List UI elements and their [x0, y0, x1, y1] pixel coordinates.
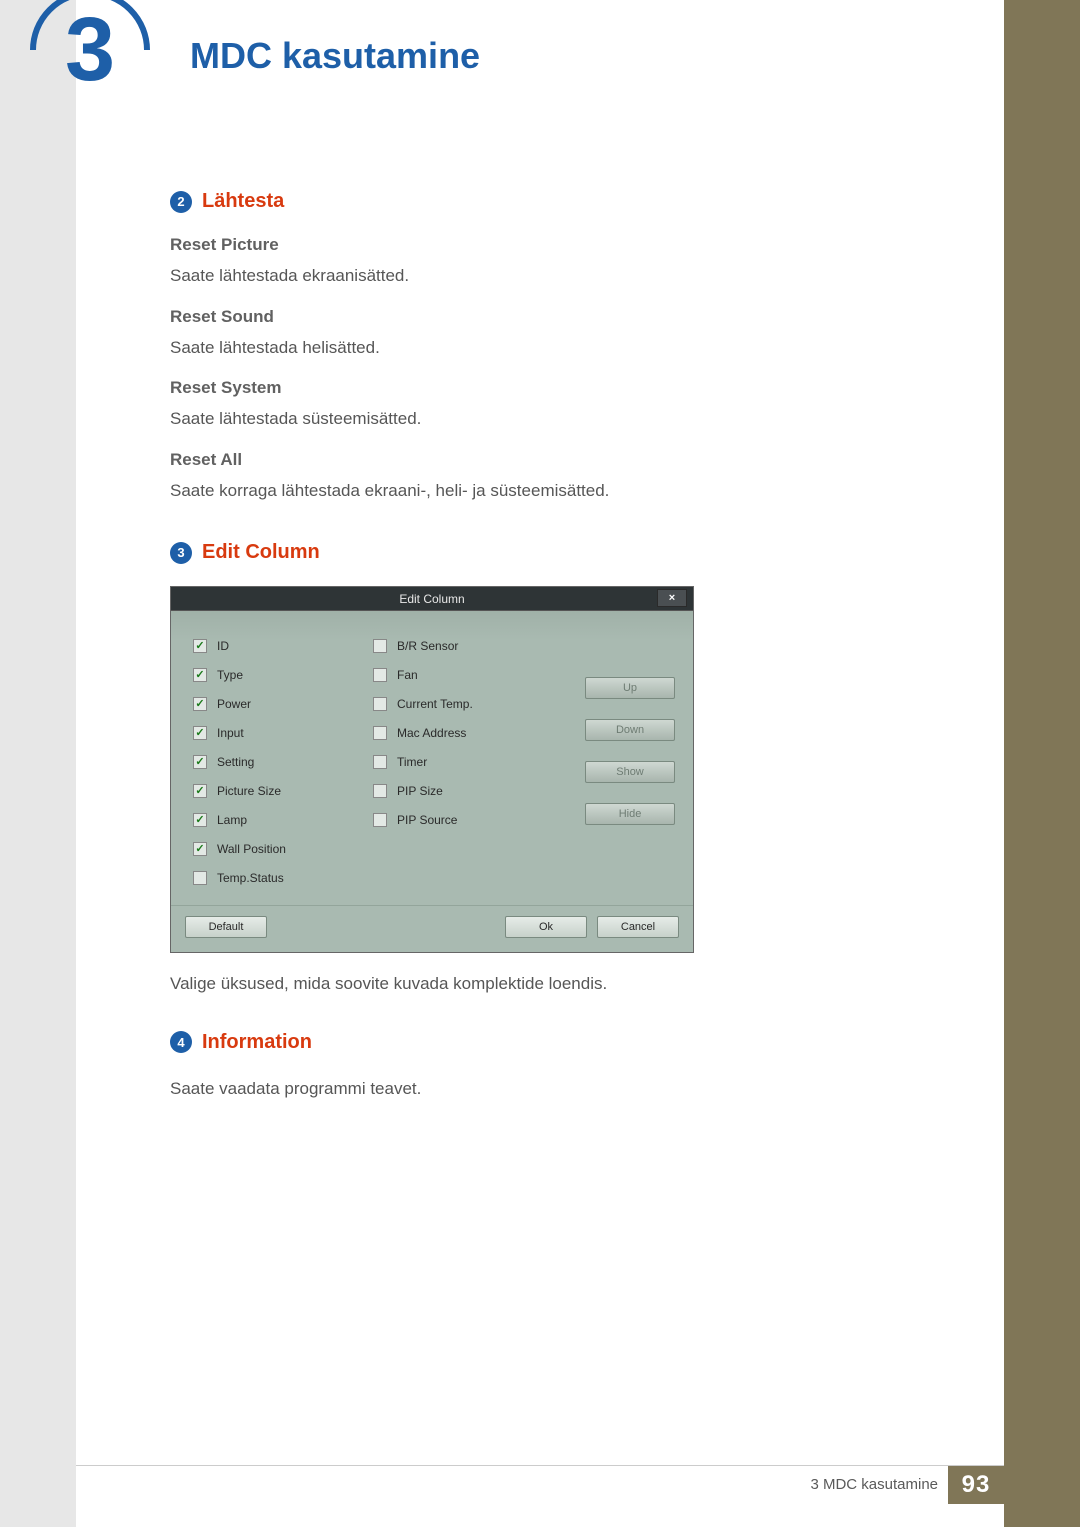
reset-picture-text: Saate lähtestada ekraanisätted.: [170, 263, 930, 289]
editcolumn-caption: Valige üksused, mida soovite kuvada komp…: [170, 971, 930, 997]
checkbox-item[interactable]: PIP Size: [373, 784, 553, 798]
bullet-icon: 3: [170, 542, 192, 564]
information-text: Saate vaadata programmi teavet.: [170, 1076, 930, 1102]
checkbox-label: Lamp: [217, 813, 247, 827]
checkbox-item[interactable]: B/R Sensor: [373, 639, 553, 653]
checkbox-label: Mac Address: [397, 726, 466, 740]
checkbox-item[interactable]: Picture Size: [193, 784, 373, 798]
reset-sound-text: Saate lähtestada helisätted.: [170, 335, 930, 361]
show-button[interactable]: Show: [585, 761, 675, 783]
checkbox-item[interactable]: Input: [193, 726, 373, 740]
checkbox-icon[interactable]: [193, 813, 207, 827]
section-editcolumn-title: Edit Column: [202, 541, 320, 564]
checkbox-icon[interactable]: [373, 697, 387, 711]
checkbox-item[interactable]: Current Temp.: [373, 697, 553, 711]
content-area: 2 Lähtesta Reset Picture Saate lähtestad…: [170, 190, 930, 1107]
checkbox-label: Type: [217, 668, 243, 682]
checkbox-item[interactable]: Mac Address: [373, 726, 553, 740]
ok-button[interactable]: Ok: [505, 916, 587, 938]
checkbox-label: Power: [217, 697, 251, 711]
dialog-titlebar: Edit Column ×: [171, 587, 693, 611]
checkbox-label: Input: [217, 726, 244, 740]
checkbox-label: Wall Position: [217, 842, 286, 856]
checkbox-item[interactable]: Temp.Status: [193, 871, 373, 885]
checkbox-icon[interactable]: [373, 668, 387, 682]
checkbox-icon[interactable]: [193, 842, 207, 856]
chapter-number: 3: [30, 0, 150, 110]
reset-sound-head: Reset Sound: [170, 307, 930, 327]
checkbox-icon[interactable]: [193, 784, 207, 798]
left-sidebar: [0, 0, 76, 1527]
checkbox-column-2: B/R Sensor Fan Current Temp. Mac Address Tim…: [373, 639, 553, 885]
checkbox-icon[interactable]: [193, 697, 207, 711]
checkbox-label: PIP Source: [397, 813, 457, 827]
checkbox-icon[interactable]: [373, 755, 387, 769]
section-editcolumn-heading: 3 Edit Column: [170, 541, 930, 564]
right-sidebar: [1004, 0, 1080, 1527]
footer-caption: 3 MDC kasutamine: [810, 1476, 938, 1493]
checkbox-item[interactable]: Lamp: [193, 813, 373, 827]
checkbox-label: Timer: [397, 755, 427, 769]
dialog-title: Edit Column: [399, 592, 464, 606]
checkbox-item[interactable]: Timer: [373, 755, 553, 769]
checkbox-label: B/R Sensor: [397, 639, 458, 653]
edit-column-dialog: Edit Column × ID Type Power Input Setting Pic…: [170, 586, 694, 953]
reorder-buttons: Up Down Show Hide: [585, 639, 675, 885]
checkbox-label: Temp.Status: [217, 871, 284, 885]
checkbox-label: Setting: [217, 755, 254, 769]
reset-system-head: Reset System: [170, 378, 930, 398]
checkbox-label: PIP Size: [397, 784, 443, 798]
page-number: 93: [948, 1466, 1004, 1504]
down-button[interactable]: Down: [585, 719, 675, 741]
checkbox-label: Fan: [397, 668, 418, 682]
reset-system-text: Saate lähtestada süsteemisätted.: [170, 406, 930, 432]
checkbox-icon[interactable]: [373, 726, 387, 740]
bullet-icon: 4: [170, 1031, 192, 1053]
up-button[interactable]: Up: [585, 677, 675, 699]
checkbox-item[interactable]: Type: [193, 668, 373, 682]
checkbox-icon[interactable]: [193, 668, 207, 682]
checkbox-icon[interactable]: [373, 784, 387, 798]
page-footer: 3 MDC kasutamine 93: [76, 1465, 1004, 1503]
checkbox-column-1: ID Type Power Input Setting Picture Size Lamp W…: [193, 639, 373, 885]
checkbox-label: ID: [217, 639, 229, 653]
checkbox-item[interactable]: Wall Position: [193, 842, 373, 856]
chapter-title: MDC kasutamine: [190, 35, 480, 77]
checkbox-icon[interactable]: [193, 639, 207, 653]
checkbox-icon[interactable]: [373, 639, 387, 653]
checkbox-icon[interactable]: [373, 813, 387, 827]
cancel-button[interactable]: Cancel: [597, 916, 679, 938]
section-information-title: Information: [202, 1031, 312, 1054]
dialog-footer: Default Ok Cancel: [171, 905, 693, 952]
reset-picture-head: Reset Picture: [170, 235, 930, 255]
checkbox-icon[interactable]: [193, 726, 207, 740]
checkbox-item[interactable]: PIP Source: [373, 813, 553, 827]
section-information-heading: 4 Information: [170, 1031, 930, 1054]
hide-button[interactable]: Hide: [585, 803, 675, 825]
reset-all-text: Saate korraga lähtestada ekraani-, heli-…: [170, 478, 930, 504]
checkbox-item[interactable]: Power: [193, 697, 373, 711]
dialog-body: ID Type Power Input Setting Picture Size Lamp W…: [171, 611, 693, 905]
checkbox-item[interactable]: Fan: [373, 668, 553, 682]
reset-all-head: Reset All: [170, 450, 930, 470]
checkbox-label: Picture Size: [217, 784, 281, 798]
checkbox-item[interactable]: ID: [193, 639, 373, 653]
section-reset-title: Lähtesta: [202, 190, 284, 213]
checkbox-label: Current Temp.: [397, 697, 473, 711]
bullet-icon: 2: [170, 191, 192, 213]
checkbox-item[interactable]: Setting: [193, 755, 373, 769]
chapter-badge: 3: [30, 0, 170, 130]
checkbox-icon[interactable]: [193, 871, 207, 885]
section-reset-heading: 2 Lähtesta: [170, 190, 930, 213]
close-button[interactable]: ×: [657, 589, 687, 607]
checkbox-icon[interactable]: [193, 755, 207, 769]
default-button[interactable]: Default: [185, 916, 267, 938]
